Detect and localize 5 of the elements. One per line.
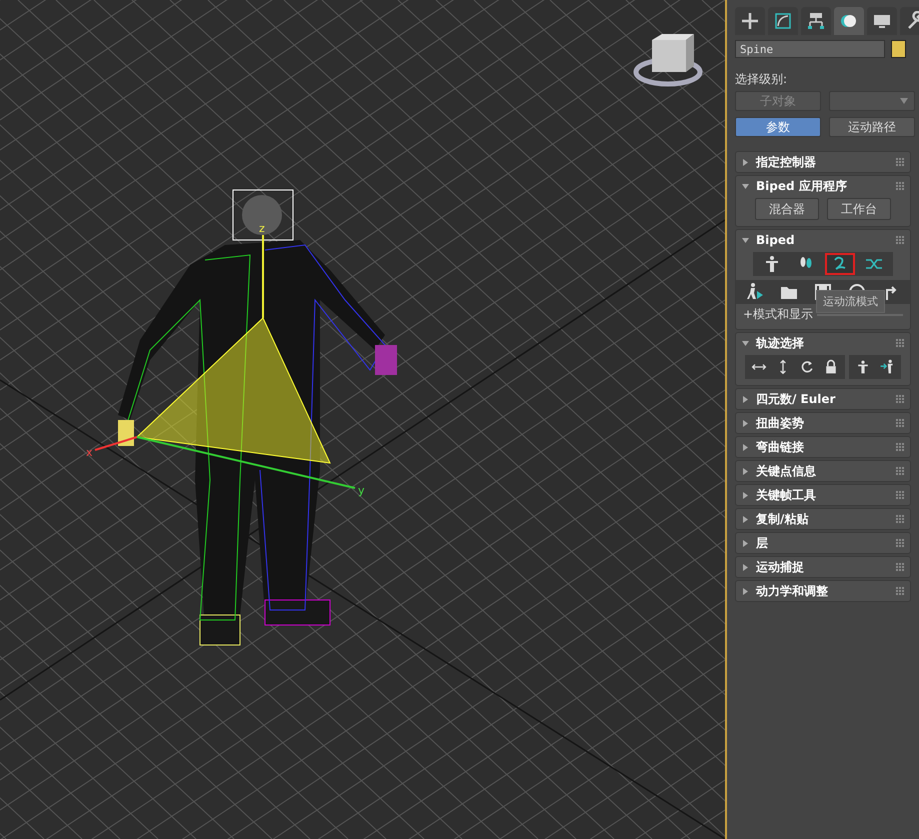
selection-level-label: 选择级别: xyxy=(735,71,788,87)
axis-label: y xyxy=(358,484,365,497)
axis-label: z xyxy=(259,222,265,235)
axis-label: x xyxy=(86,446,93,459)
tooltip: 运动流模式 xyxy=(816,290,885,313)
